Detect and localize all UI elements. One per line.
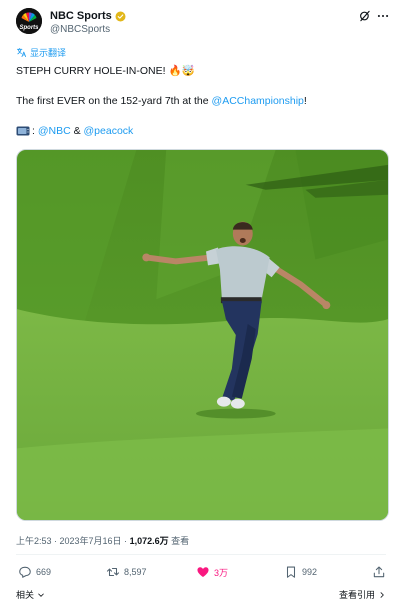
related-dropdown[interactable]: 相关 [16,588,45,601]
colon-text: : [32,125,35,137]
mention-link-nbc[interactable]: @NBC [38,125,71,137]
reply-icon [19,566,31,578]
grok-icon[interactable] [358,9,372,23]
verified-badge-icon [115,11,126,21]
mention-link-peacock[interactable]: @peacock [84,125,134,137]
tweet-timestamp[interactable]: 上午2:53 · 2023年7月16日 · [16,536,130,546]
retweet-icon [106,567,120,577]
chevron-down-icon [38,593,44,597]
translate-label: 显示翻译 [30,48,67,58]
tweet-emoji: 🔥🤯 [168,65,195,77]
tweet-header: Sports NBC Sports @NBCSports [16,8,389,40]
bookmark-count: 992 [302,567,318,577]
tv-icon [16,126,30,136]
tweet-media-image[interactable] [16,149,389,521]
display-name[interactable]: NBC Sports [50,10,112,22]
tweet-body-text: The first EVER on the 152-yard 7th at th… [16,95,212,107]
show-translation-button[interactable]: 显示翻译 [16,46,66,59]
divider [16,554,386,555]
view-quotes-link[interactable]: 查看引用 [339,588,386,601]
user-handle[interactable]: @NBCSports [50,24,110,35]
tweet-text-line-2: The first EVER on the 152-yard 7th at th… [16,95,307,107]
like-button[interactable]: 3万 [196,565,228,579]
tweet-body-suffix: ! [303,95,307,107]
retweet-count: 8,597 [124,567,147,577]
mention-link-acchampionship[interactable]: @ACChampionship [212,95,304,107]
reply-count: 669 [36,567,52,577]
chevron-right-icon [380,591,384,598]
related-label: 相关 [16,590,35,600]
view-quotes-label: 查看引用 [338,590,375,600]
bookmark-icon [286,566,296,578]
tweet-text-line-3: : @NBC & @peacock [16,125,133,137]
like-count: 3万 [214,567,229,578]
reply-button[interactable]: 669 [18,565,51,579]
bookmark-button[interactable]: 992 [284,565,317,579]
retweet-button[interactable]: 8,597 [106,565,147,579]
view-count: 1,072.6万 [129,536,169,546]
views-label: 查看 [168,536,190,546]
tweet-headline: STEPH CURRY HOLE-IN-ONE! [16,65,169,77]
share-button[interactable] [372,565,390,579]
tweet-meta: 上午2:53 · 2023年7月16日 · 1,072.6万 查看 [16,534,189,547]
more-icon[interactable] [376,9,390,23]
tweet-actions-bar: 669 8,597 3万 992 [16,565,386,583]
ampersand-text: & [70,125,84,137]
share-icon [373,566,385,578]
like-icon [197,567,209,577]
avatar-text: Sports [19,25,39,31]
golf-celebration-photo [17,150,388,520]
user-name-row: NBC Sports [50,10,126,22]
translate-icon [16,47,27,58]
avatar[interactable]: Sports [16,8,42,34]
tweet-text-line-1: STEPH CURRY HOLE-IN-ONE! 🔥🤯 [16,64,195,77]
